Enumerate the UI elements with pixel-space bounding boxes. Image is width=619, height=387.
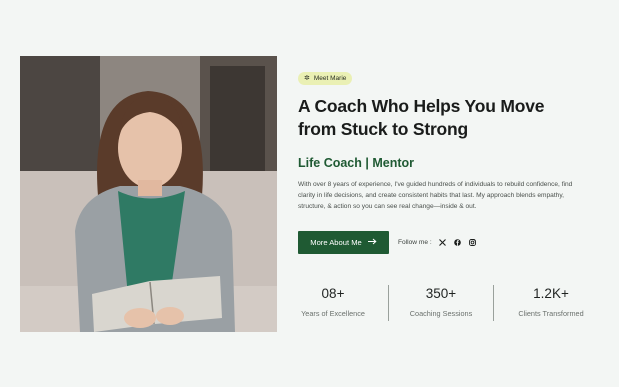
arrow-right-icon (367, 238, 377, 247)
follow-label: Follow me : (398, 239, 432, 246)
stat-divider (388, 285, 389, 321)
x-icon[interactable] (439, 239, 447, 247)
stats-row: 08+ Years of Excellence 350+ Coaching Se… (298, 285, 594, 321)
stat-value: 350+ (425, 286, 457, 301)
stat-label: Coaching Sessions (409, 309, 473, 318)
more-about-me-button[interactable]: More About Me (298, 231, 389, 254)
stat-sessions: 350+ Coaching Sessions (402, 285, 480, 318)
follow-links: Follow me : (398, 239, 477, 247)
instagram-icon[interactable] (469, 239, 477, 247)
stat-value: 1.2K+ (533, 286, 569, 301)
title-line-1: A Coach Who Helps You Move (298, 96, 545, 116)
badge-label: Meet Marie (313, 75, 347, 82)
stat-clients: 1.2K+ Clients Transformed (510, 285, 592, 318)
stat-value: 08+ (321, 286, 345, 301)
role-subtitle: Life Coach | Mentor (298, 156, 415, 170)
facebook-icon[interactable] (454, 239, 462, 247)
meet-badge: ✲ Meet Marie (298, 72, 353, 85)
stat-years: 08+ Years of Excellence (298, 285, 368, 318)
cta-label: More About Me (310, 238, 362, 247)
stat-divider (493, 285, 494, 321)
stat-label: Years of Excellence (301, 309, 365, 318)
gear-icon: ✲ (304, 75, 310, 82)
page-title: A Coach Who Helps You Move from Stuck to… (298, 95, 588, 141)
hero-content: ✲ Meet Marie A Coach Who Helps You Move … (298, 67, 598, 212)
title-line-2: from Stuck to Strong (298, 119, 469, 139)
stat-label: Clients Transformed (518, 309, 584, 318)
description-text: With over 8 years of experience, I've gu… (298, 181, 573, 210)
cta-row: More About Me Follow me : (298, 231, 477, 254)
coach-portrait-image (20, 56, 277, 332)
